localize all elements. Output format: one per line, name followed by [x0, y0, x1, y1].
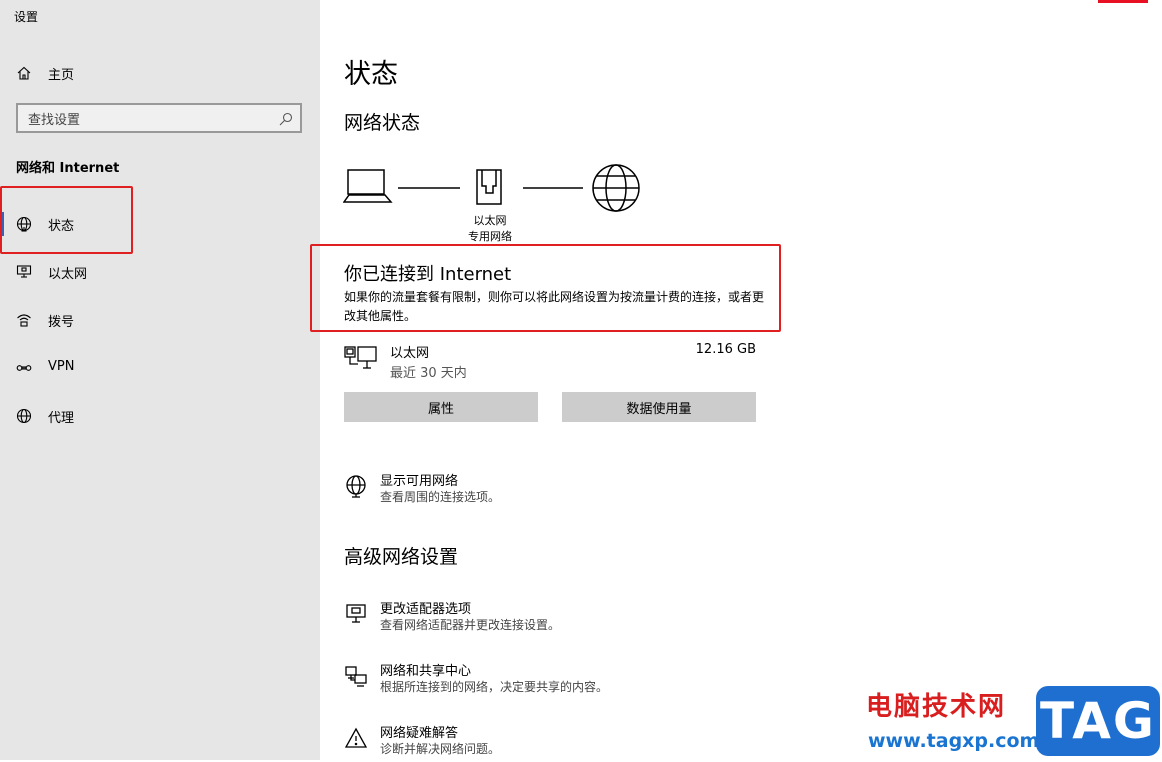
internet-globe-icon [592, 164, 640, 212]
network-diagram-graphic [342, 164, 640, 212]
page-title: 状态 [344, 59, 398, 90]
sidebar: 设置 主页 网络和 Internet 状态 以太网 拨号 VP [0, 0, 320, 760]
adapter-options-title: 更改适配器选项 [380, 602, 472, 617]
section-title: 网络和 Internet [16, 161, 120, 176]
highlight-box-connection [310, 244, 781, 332]
troubleshoot-subtitle: 诊断并解决网络问题。 [380, 742, 501, 756]
data-usage-button[interactable]: 数据使用量 [562, 392, 756, 422]
show-networks-title: 显示可用网络 [380, 474, 459, 489]
vpn-icon [16, 365, 32, 371]
watermark-text: 电脑技术网 [866, 692, 1007, 722]
change-adapter-options-link[interactable]: 更改适配器选项 查看网络适配器并更改连接设置。 [344, 598, 764, 638]
ethernet-icon [16, 265, 32, 278]
sidebar-item-proxy[interactable]: 代理 [0, 398, 320, 434]
troubleshoot-link[interactable]: 网络疑难解答 诊断并解决网络问题。 [344, 722, 764, 762]
sidebar-item-dialup[interactable]: 拨号 [0, 302, 320, 338]
properties-button[interactable]: 属性 [344, 392, 538, 422]
diagram-node-sublabel: 专用网络 [468, 230, 512, 243]
sharing-center-icon [345, 666, 367, 687]
ethernet-summary: 以太网 最近 30 天内 12.16 GB [344, 340, 756, 381]
dialup-icon [17, 314, 31, 327]
advanced-settings-heading: 高级网络设置 [344, 546, 459, 568]
watermark-badge: TAG [1036, 686, 1160, 756]
sidebar-item-label: 以太网 [48, 267, 88, 282]
ethernet-port-icon [476, 169, 502, 205]
sidebar-item-label: VPN [48, 359, 75, 374]
ethernet-adapter-icon [344, 346, 377, 369]
watermark-url: www.tagxp.com [868, 730, 1040, 752]
home-nav-item[interactable]: 主页 [0, 58, 320, 88]
search-input[interactable] [26, 110, 270, 130]
sharing-center-title: 网络和共享中心 [380, 664, 472, 679]
troubleshoot-title: 网络疑难解答 [380, 726, 459, 741]
sidebar-item-label: 拨号 [48, 315, 75, 330]
ethernet-usage: 12.16 GB [695, 342, 756, 357]
globe-icon [16, 408, 32, 424]
sharing-center-link[interactable]: 网络和共享中心 根据所连接到的网络，决定要共享的内容。 [344, 660, 764, 700]
home-label: 主页 [48, 68, 75, 83]
network-status-heading: 网络状态 [344, 112, 421, 134]
diagram-node-label: 以太网 [473, 214, 507, 227]
sidebar-item-ethernet[interactable]: 以太网 [0, 254, 320, 290]
show-networks-link[interactable]: 显示可用网络 查看周围的连接选项。 [344, 470, 764, 510]
app-title: 设置 [14, 10, 39, 24]
search-icon[interactable] [278, 111, 294, 127]
show-networks-subtitle: 查看周围的连接选项。 [380, 490, 501, 504]
ethernet-period: 最近 30 天内 [390, 366, 467, 381]
window-close-button[interactable] [1098, 0, 1148, 3]
search-box[interactable] [16, 103, 302, 133]
sidebar-item-label: 代理 [48, 411, 75, 426]
watermark: 电脑技术网 www.tagxp.com TAG [866, 686, 1162, 760]
home-icon [17, 66, 31, 80]
globe-network-icon [346, 475, 366, 498]
network-diagram: 以太网 专用网络 [342, 162, 643, 244]
laptop-icon [342, 169, 393, 203]
sharing-center-subtitle: 根据所连接到的网络，决定要共享的内容。 [380, 680, 609, 694]
ethernet-name: 以太网 [390, 346, 430, 361]
warning-icon [344, 727, 368, 748]
sidebar-item-vpn[interactable]: VPN [0, 350, 320, 386]
highlight-box-sidebar [0, 186, 133, 254]
adapter-options-subtitle: 查看网络适配器并更改连接设置。 [380, 618, 561, 632]
adapter-icon [346, 604, 366, 623]
